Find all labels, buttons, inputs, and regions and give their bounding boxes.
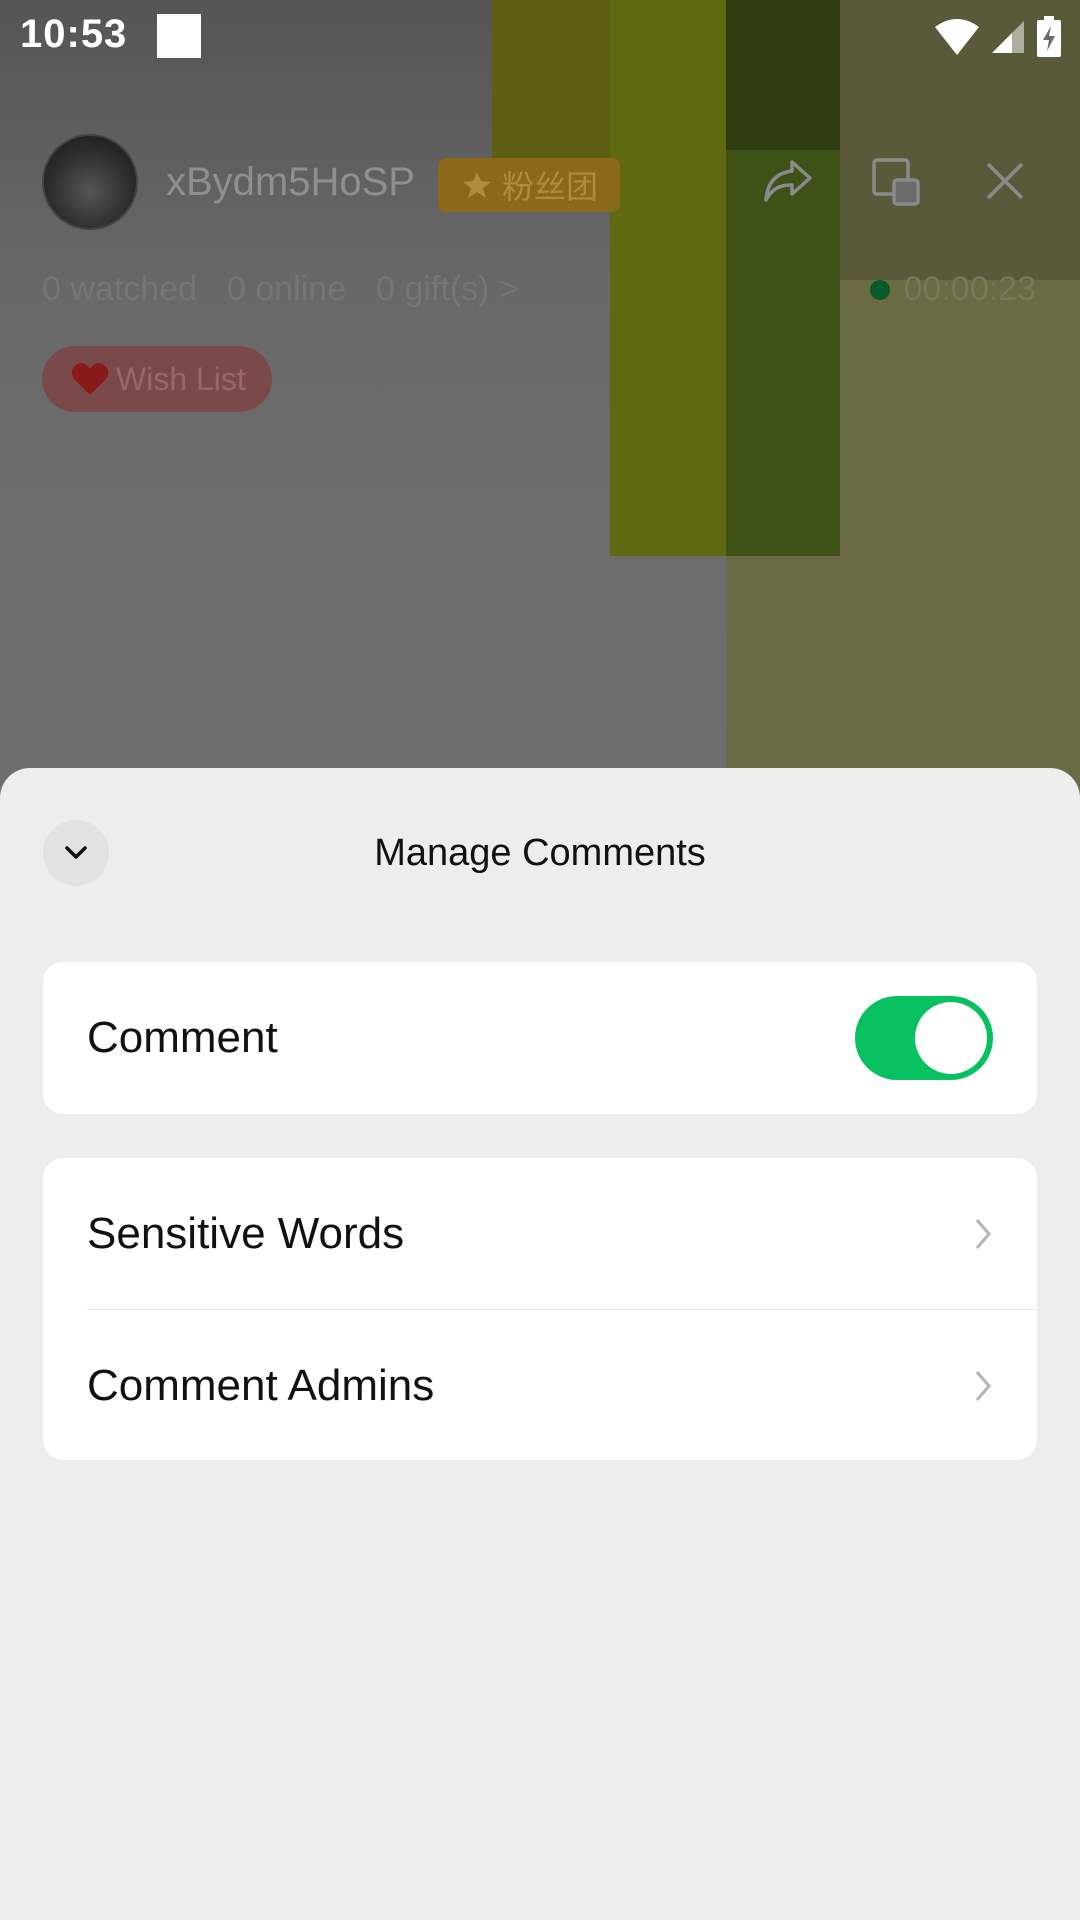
notification-icon [157, 14, 201, 58]
comment-toggle[interactable] [855, 996, 993, 1080]
online-count: 0 online [227, 270, 347, 308]
avatar[interactable] [42, 134, 138, 230]
status-time: 10:53 [20, 12, 128, 56]
fan-badge-icon [462, 172, 491, 198]
live-timer: 00:00:23 [869, 270, 1036, 309]
sheet-header: Manage Comments [0, 768, 1080, 938]
menu-item-label: Sensitive Words [87, 1209, 405, 1258]
comment-row: Comment [43, 962, 1037, 1114]
gift-count[interactable]: 0 gift(s) > [376, 270, 519, 309]
watched-count: 0 watched [42, 270, 197, 308]
streamer-username[interactable]: xBydm5HoSP [166, 160, 415, 205]
heart-icon [71, 363, 109, 395]
comment-toggle-card: Comment [43, 962, 1037, 1114]
sheet-title: Manage Comments [374, 832, 706, 874]
chevron-right-icon [975, 1219, 991, 1249]
status-bar: 10:53 [0, 0, 1080, 74]
close-icon[interactable] [980, 156, 1030, 206]
menu-item-label: Comment Admins [87, 1361, 435, 1410]
sensitive-words-row[interactable]: Sensitive Words [43, 1158, 1037, 1310]
wish-list-button[interactable]: Wish List [42, 346, 272, 412]
fan-club-badge[interactable]: 粉丝团 [438, 158, 620, 212]
manage-comments-sheet: Manage Comments Comment Sensitive Words … [0, 768, 1080, 1920]
comment-label: Comment [87, 1013, 278, 1062]
wish-list-label: Wish List [116, 360, 246, 397]
comment-admins-row[interactable]: Comment Admins [43, 1310, 1037, 1462]
status-icons [934, 14, 1062, 60]
cell-signal-icon [992, 21, 1024, 53]
chevron-right-icon [975, 1371, 991, 1401]
toggle-knob [915, 1002, 987, 1074]
live-stats: 0 watched 0 online 0 gift(s) > [42, 270, 519, 309]
live-header: xBydm5HoSP 粉丝团 0 watched 0 online 0 gift… [0, 120, 1080, 420]
live-indicator-dot [869, 279, 890, 300]
share-icon[interactable] [760, 156, 816, 206]
timer-value: 00:00:23 [903, 270, 1036, 308]
minimize-window-icon[interactable] [870, 156, 922, 208]
wifi-icon [935, 19, 979, 55]
battery-charging-icon [1037, 16, 1061, 57]
fan-badge-label: 粉丝团 [501, 169, 598, 205]
comment-settings-card: Sensitive Words Comment Admins [43, 1158, 1037, 1460]
